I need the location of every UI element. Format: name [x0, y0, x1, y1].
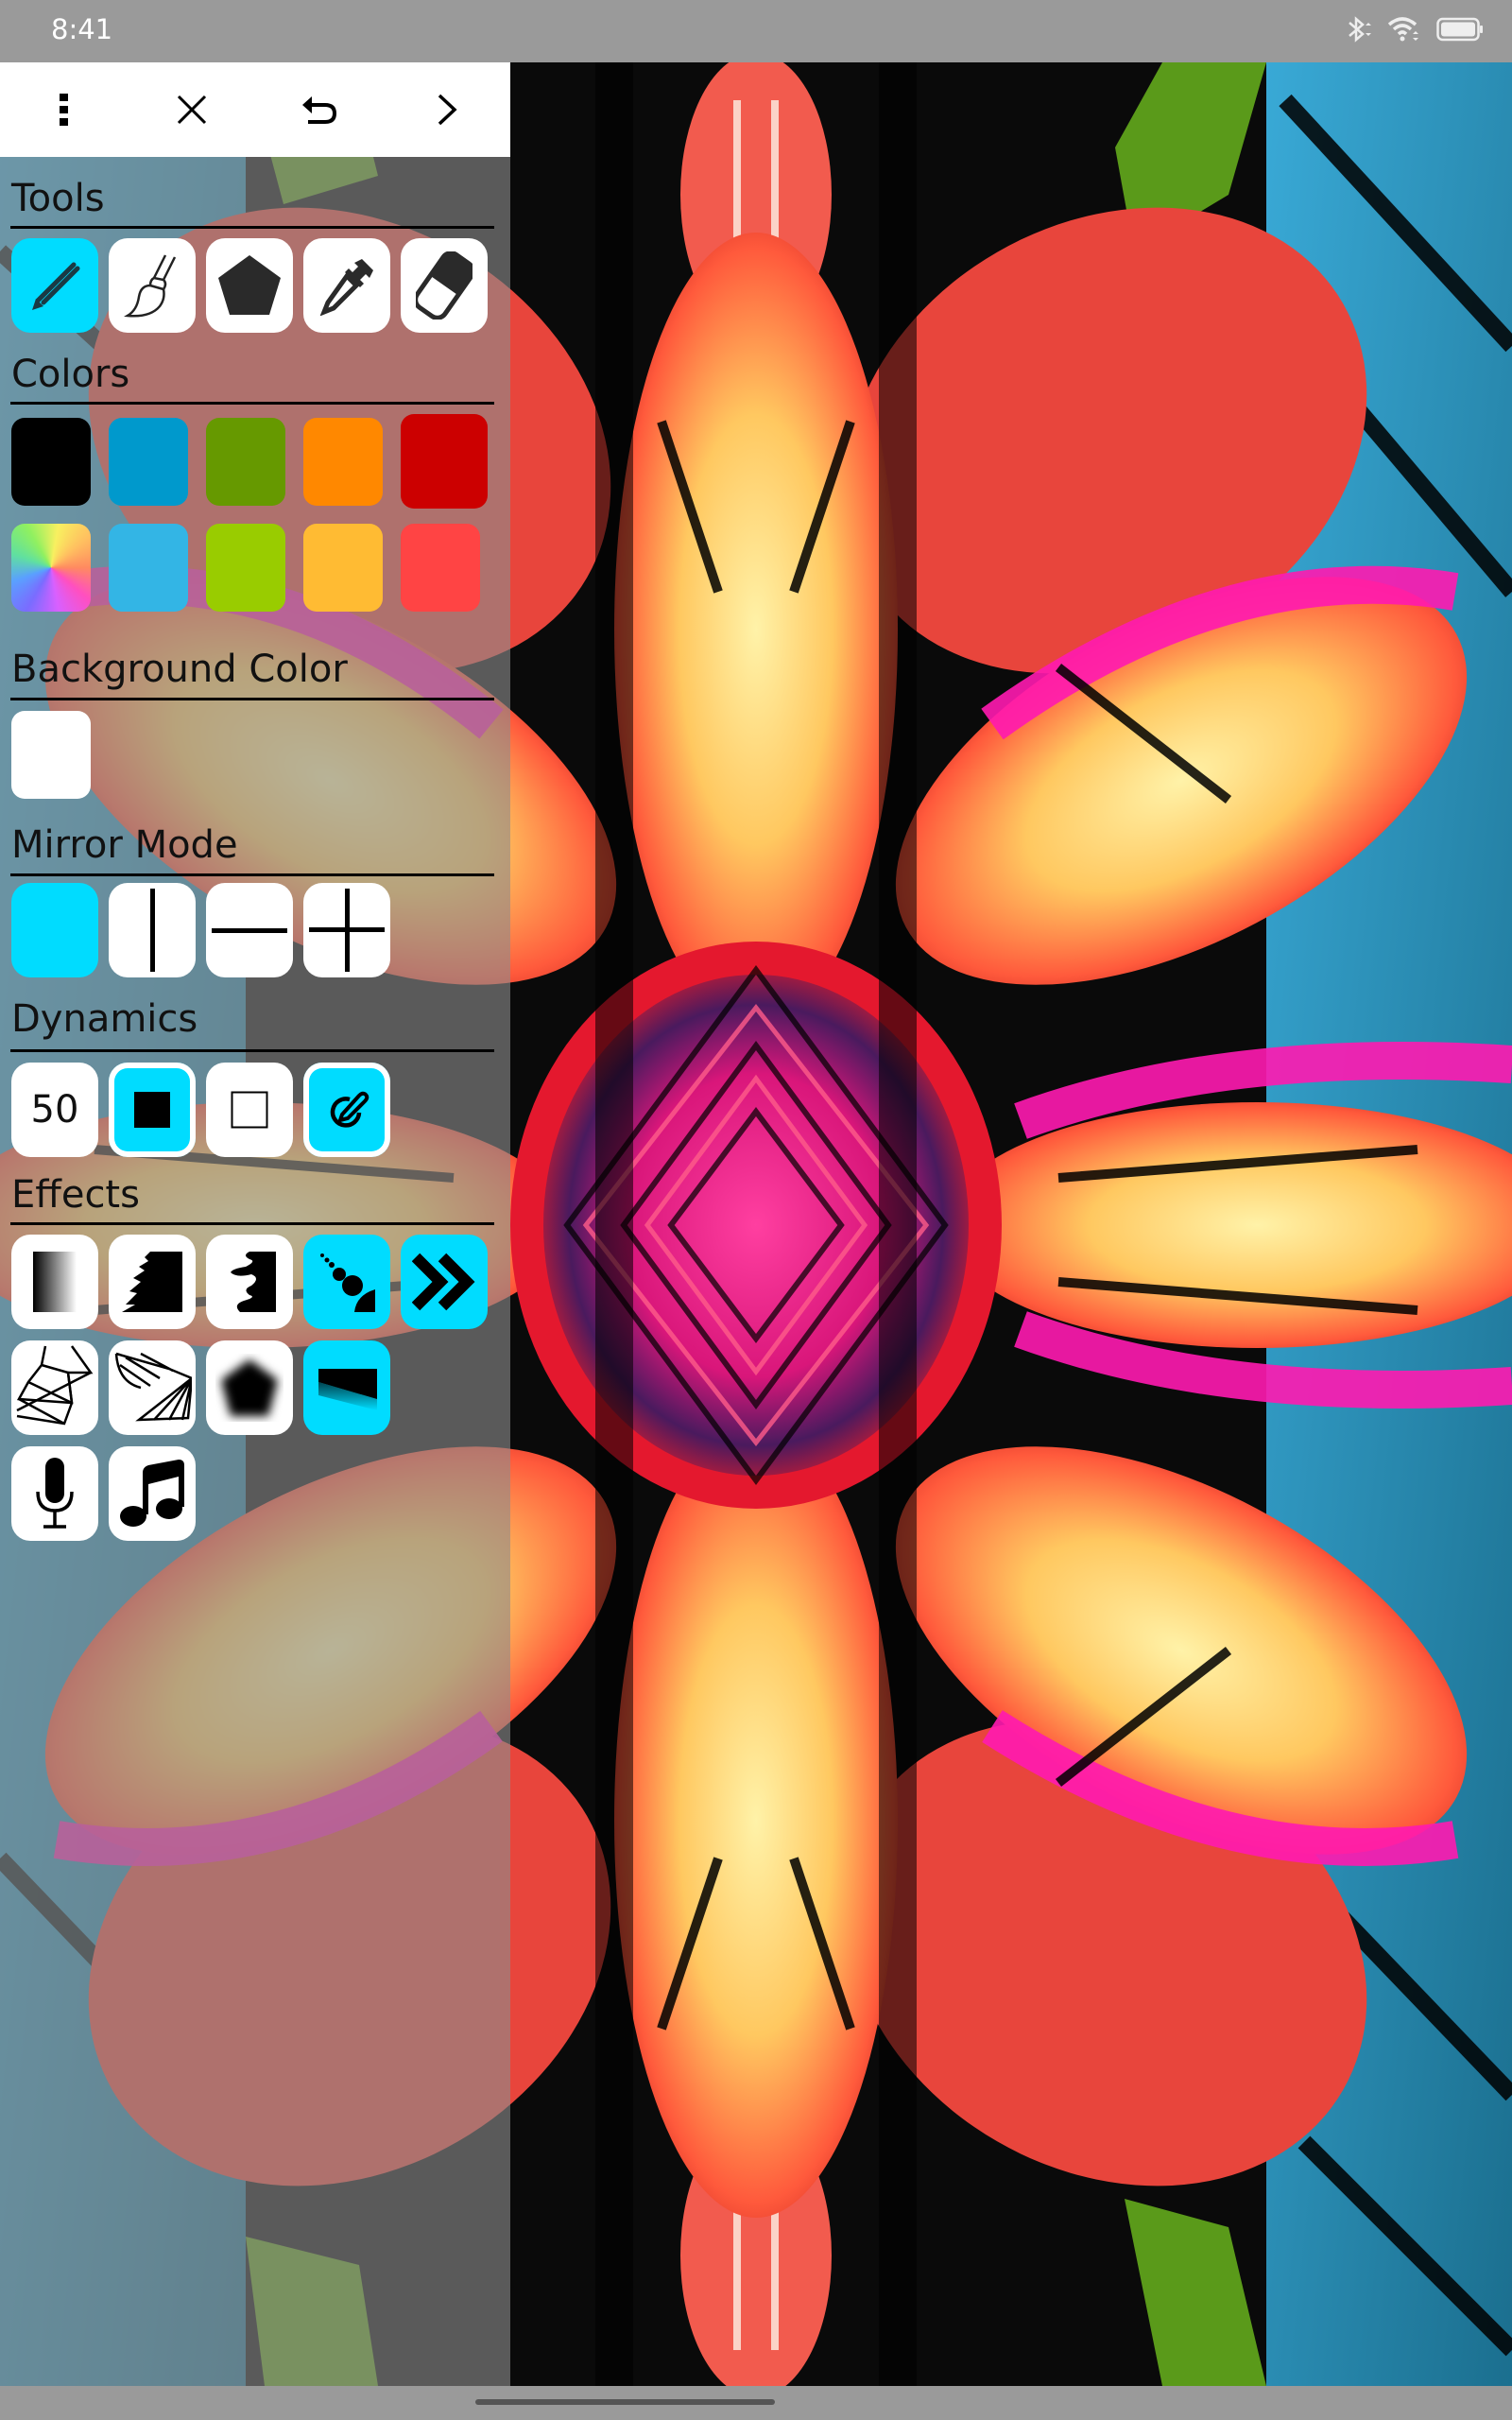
- effect-drip-button[interactable]: [206, 1235, 293, 1329]
- chevron-right-icon: [438, 94, 457, 126]
- brush-size-value: 50: [30, 1088, 79, 1132]
- home-gesture-handle[interactable]: [475, 2399, 775, 2405]
- cross-icon: [309, 889, 385, 972]
- filled-square-icon: [134, 1092, 170, 1128]
- mirror-mode-divider: [10, 873, 494, 876]
- mirror-quad-button[interactable]: [303, 883, 390, 977]
- colors-row-1: [11, 414, 488, 509]
- color-swatch-light-blue[interactable]: [109, 524, 188, 612]
- next-button[interactable]: [383, 62, 510, 157]
- color-swatch-orange[interactable]: [303, 418, 383, 506]
- background-color-divider: [10, 698, 494, 700]
- web-lines-icon: [16, 1345, 94, 1426]
- color-swatch-green[interactable]: [206, 418, 285, 506]
- dynamics-row: 50: [11, 1063, 390, 1157]
- effects-row-2: [11, 1340, 390, 1435]
- dynamics-divider: [10, 1049, 494, 1052]
- fan-lines-icon: [114, 1352, 192, 1422]
- effect-speed-button[interactable]: [401, 1235, 488, 1329]
- status-icons: [1346, 15, 1484, 43]
- effect-web-button[interactable]: [11, 1340, 98, 1435]
- color-swatch-light-red[interactable]: [401, 524, 480, 612]
- microphone-icon: [36, 1458, 74, 1529]
- color-swatch-black[interactable]: [11, 418, 91, 506]
- tool-shape-button[interactable]: [206, 238, 293, 333]
- tool-pencil-button[interactable]: [11, 238, 98, 333]
- colors-divider: [10, 402, 494, 405]
- mirror-vertical-button[interactable]: [109, 883, 196, 977]
- wifi-icon: [1387, 17, 1418, 42]
- mirror-none-button[interactable]: [11, 883, 98, 977]
- effect-gradient-button[interactable]: [11, 1235, 98, 1329]
- color-swatch-custom-picker[interactable]: [11, 524, 91, 612]
- mirror-horizontal-button[interactable]: [206, 883, 293, 977]
- system-nav-bar: [0, 2386, 1512, 2420]
- color-swatch-light-green[interactable]: [206, 524, 285, 612]
- status-bar: 8:41: [0, 0, 1512, 62]
- background-color-swatch[interactable]: [11, 711, 91, 799]
- double-chevron-icon: [412, 1253, 475, 1311]
- background-color-row: [11, 711, 109, 799]
- more-options-button[interactable]: [0, 62, 128, 157]
- pencil-icon: [32, 262, 80, 310]
- fill-mode-button[interactable]: [109, 1063, 196, 1157]
- undo-button[interactable]: [255, 62, 383, 157]
- effects-divider: [10, 1222, 494, 1225]
- effects-row-1: [11, 1235, 488, 1329]
- stylus-icon: [330, 1091, 369, 1128]
- effect-shadow-button[interactable]: [303, 1340, 390, 1435]
- spiky-edge-icon: [122, 1252, 182, 1312]
- vertical-line-icon: [150, 889, 155, 972]
- eraser-icon: [416, 251, 472, 320]
- effect-microphone-button[interactable]: [11, 1446, 98, 1541]
- color-swatch-light-orange[interactable]: [303, 524, 383, 612]
- bluetooth-icon: [1349, 16, 1371, 43]
- tool-brush-button[interactable]: [109, 238, 196, 333]
- dynamics-heading: Dynamics: [11, 997, 198, 1041]
- colors-row-2: [11, 524, 480, 612]
- effects-row-3: [11, 1446, 196, 1541]
- horizontal-line-icon: [212, 928, 287, 933]
- effect-music-button[interactable]: [109, 1446, 196, 1541]
- close-button[interactable]: [128, 62, 255, 157]
- drip-icon: [231, 1252, 276, 1312]
- blurred-pentagon-icon: [221, 1359, 278, 1416]
- mirror-mode-row: [11, 883, 390, 977]
- colors-heading: Colors: [11, 353, 130, 396]
- gradient-icon: [33, 1252, 77, 1312]
- background-color-heading: Background Color: [11, 648, 348, 691]
- status-time: 8:41: [51, 13, 113, 45]
- top-toolbar: [0, 62, 510, 157]
- scatter-dots-icon: [320, 1253, 375, 1312]
- tools-heading: Tools: [11, 177, 105, 220]
- mirror-mode-heading: Mirror Mode: [11, 823, 238, 867]
- outline-mode-button[interactable]: [206, 1063, 293, 1157]
- effect-scatter-button[interactable]: [303, 1235, 390, 1329]
- color-swatch-blue[interactable]: [109, 418, 188, 506]
- more-vert-icon: [59, 94, 68, 126]
- effect-fan-button[interactable]: [109, 1340, 196, 1435]
- pentagon-icon: [218, 255, 281, 315]
- effect-blur-button[interactable]: [206, 1340, 293, 1435]
- outline-square-icon: [231, 1091, 268, 1129]
- tool-eraser-button[interactable]: [401, 238, 488, 333]
- pressure-mode-button[interactable]: [303, 1063, 390, 1157]
- battery-icon: [1436, 17, 1483, 42]
- tools-panel: Tools Colors Background Color Mirror Mod…: [0, 157, 510, 2386]
- close-icon: [177, 95, 206, 125]
- effect-spiky-button[interactable]: [109, 1235, 196, 1329]
- music-note-icon: [120, 1460, 184, 1527]
- color-swatch-red-selected[interactable]: [401, 414, 488, 509]
- tools-row: [11, 238, 488, 333]
- effects-heading: Effects: [11, 1173, 140, 1217]
- brush-size-button[interactable]: 50: [11, 1063, 98, 1157]
- brush-icon: [124, 254, 177, 318]
- tool-eyedropper-button[interactable]: [303, 238, 390, 333]
- shadow-icon: [318, 1369, 377, 1410]
- undo-icon: [301, 96, 336, 124]
- tools-divider: [10, 226, 494, 229]
- eyedropper-icon: [319, 259, 373, 316]
